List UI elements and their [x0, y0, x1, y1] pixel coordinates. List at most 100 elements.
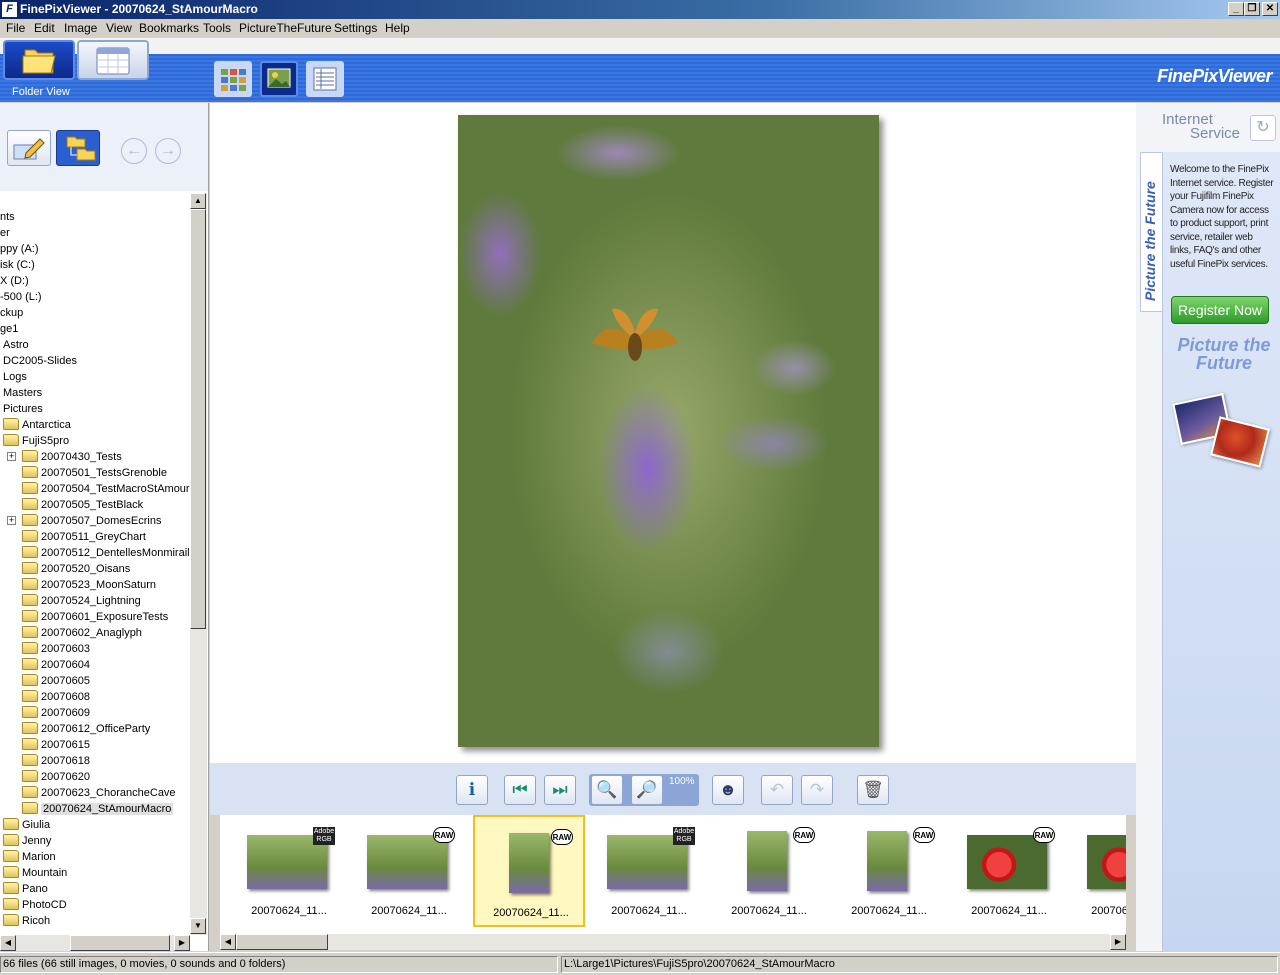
thumbnail[interactable]: Adobe RGB 20070624_11...	[593, 815, 705, 927]
thumbnail[interactable]: 20070624_11...	[1073, 815, 1126, 927]
tree-item[interactable]: 20070504_TestMacroStAmour	[22, 481, 190, 497]
thumbnail[interactable]: RAW 20070624_11...	[473, 815, 585, 927]
tree-item[interactable]: +20070430_Tests	[7, 449, 122, 465]
back-arrow-icon[interactable]: ←	[121, 138, 147, 164]
tree-item[interactable]: 20070501_TestsGrenoble	[22, 465, 167, 481]
tree-horizontal-scrollbar[interactable]: ◀ ▶	[0, 935, 190, 951]
thumbnail[interactable]: Adobe RGB 20070624_11...	[233, 815, 345, 927]
folder-tree-button[interactable]	[56, 130, 100, 166]
tree-item[interactable]: DC2005-Slides	[3, 353, 77, 369]
zoom-out-button[interactable]: 🔍	[591, 775, 623, 805]
tree-item[interactable]: 20070524_Lightning	[22, 593, 141, 609]
thumbnail[interactable]: RAW 20070624_11...	[713, 815, 825, 927]
tree-item[interactable]: Pano	[3, 881, 48, 897]
rotate-right-button[interactable]: ↷	[801, 775, 833, 805]
tree-item[interactable]: 20070620	[22, 769, 90, 785]
register-now-button[interactable]: Register Now	[1171, 296, 1269, 324]
last-image-button[interactable]: ⏭	[544, 775, 576, 805]
rotate-left-button[interactable]: ↶	[761, 775, 793, 805]
finepix-app-icon[interactable]: F	[2, 2, 17, 17]
tree-item[interactable]: 20070624_StAmourMacro	[22, 801, 174, 817]
refresh-icon[interactable]: ↻	[1250, 115, 1276, 141]
menu-help[interactable]: Help	[385, 21, 410, 36]
scroll-left-icon[interactable]: ◀	[220, 934, 236, 950]
tree-item[interactable]: 20070512_DentellesMonmirail	[22, 545, 190, 561]
tree-item[interactable]: Giulia	[3, 817, 50, 833]
folder-tree[interactable]: nts er ppy (A:) isk (C:) X (D:) -500 (L:) ckup…	[0, 191, 209, 951]
thumbnail[interactable]: RAW 20070624_11...	[353, 815, 465, 927]
tree-item[interactable]: PhotoCD	[3, 897, 67, 913]
tree-item[interactable]: 20070608	[22, 689, 90, 705]
restore-button[interactable]: ❐	[1244, 2, 1260, 16]
tree-item[interactable]: 20070601_ExposureTests	[22, 609, 168, 625]
tree-item[interactable]: 20070602_Anaglyph	[22, 625, 142, 641]
menu-settings[interactable]: Settings	[334, 21, 377, 36]
tree-scroll-thumb[interactable]	[190, 209, 206, 629]
tree-item[interactable]: Jenny	[3, 833, 51, 849]
forward-arrow-icon[interactable]: →	[155, 138, 181, 164]
preview-image[interactable]	[458, 115, 879, 747]
face-detect-button[interactable]: ☻	[712, 775, 744, 805]
scroll-up-icon[interactable]: ▲	[190, 193, 206, 209]
tree-item[interactable]: ckup	[0, 305, 23, 321]
menu-view[interactable]: View	[106, 21, 132, 36]
expand-icon[interactable]: +	[7, 452, 16, 461]
tree-item[interactable]: isk (C:)	[0, 257, 35, 273]
tree-item[interactable]: 20070618	[22, 753, 90, 769]
edit-button[interactable]	[7, 130, 51, 166]
tree-item[interactable]: ppy (A:)	[0, 241, 39, 257]
scroll-right-icon[interactable]: ▶	[1110, 934, 1126, 950]
scroll-down-icon[interactable]: ▼	[190, 918, 206, 934]
delete-button[interactable]: 🗑	[857, 775, 889, 805]
info-button[interactable]: ℹ	[456, 775, 488, 805]
tree-item[interactable]: Antarctica	[3, 417, 71, 433]
thumbnail-view-button[interactable]	[214, 61, 252, 97]
menu-tools[interactable]: Tools	[203, 21, 231, 36]
tree-item[interactable]: Pictures	[3, 401, 43, 417]
tree-hscroll-thumb[interactable]	[70, 935, 170, 951]
picture-the-future-tab[interactable]: Picture the Future	[1140, 152, 1162, 312]
tree-item[interactable]: 20070615	[22, 737, 90, 753]
menu-bookmarks[interactable]: Bookmarks	[139, 21, 199, 36]
tree-item[interactable]: Mountain	[3, 865, 67, 881]
tree-item[interactable]: 20070603	[22, 641, 90, 657]
single-view-button[interactable]	[260, 61, 298, 97]
tree-item[interactable]: 20070604	[22, 657, 90, 673]
minimize-button[interactable]: _	[1228, 2, 1244, 16]
tree-item[interactable]: 20070511_GreyChart	[22, 529, 146, 545]
zoom-in-button[interactable]: 🔎	[631, 775, 663, 805]
menu-image[interactable]: Image	[64, 21, 97, 36]
close-button[interactable]: ✕	[1262, 2, 1278, 16]
tree-item[interactable]: er	[0, 225, 10, 241]
folder-view-button[interactable]	[3, 40, 75, 80]
menu-file[interactable]: File	[6, 21, 25, 36]
tree-item[interactable]: Masters	[3, 385, 42, 401]
tree-item[interactable]: 20070523_MoonSaturn	[22, 577, 156, 593]
scroll-left-icon[interactable]: ◀	[0, 935, 16, 951]
tree-item[interactable]: Astro	[3, 337, 29, 353]
tree-item[interactable]: ge1	[0, 321, 18, 337]
thumbnail-scrollbar[interactable]: ◀ ▶	[220, 934, 1126, 950]
first-image-button[interactable]: ⏮	[504, 775, 536, 805]
tree-item[interactable]: Logs	[3, 369, 27, 385]
tree-item[interactable]: 20070612_OfficeParty	[22, 721, 150, 737]
tree-item[interactable]: 20070520_Oisans	[22, 561, 130, 577]
expand-icon[interactable]: +	[7, 516, 16, 525]
thumbnail[interactable]: RAW 20070624_11...	[833, 815, 945, 927]
menu-picturethefuture[interactable]: PictureTheFuture	[239, 21, 332, 36]
tree-item[interactable]: 20070609	[22, 705, 90, 721]
tree-item[interactable]: 20070505_TestBlack	[22, 497, 143, 513]
menu-edit[interactable]: Edit	[34, 21, 55, 36]
tree-item[interactable]: 20070623_ChorancheCave	[22, 785, 176, 801]
tree-item[interactable]: nts	[0, 209, 15, 225]
tree-item[interactable]: X (D:)	[0, 273, 29, 289]
tree-vertical-scrollbar[interactable]: ▲ ▼	[190, 193, 207, 935]
tree-item[interactable]: Marion	[3, 849, 56, 865]
tree-item[interactable]: FujiS5pro	[3, 433, 69, 449]
tree-item[interactable]: 20070605	[22, 673, 90, 689]
tree-item[interactable]: -500 (L:)	[0, 289, 42, 305]
tree-item[interactable]: +20070507_DomesEcrins	[7, 513, 161, 529]
list-view-button[interactable]	[306, 61, 344, 97]
tree-item[interactable]: Ricoh	[3, 913, 50, 929]
scroll-right-icon[interactable]: ▶	[174, 935, 190, 951]
